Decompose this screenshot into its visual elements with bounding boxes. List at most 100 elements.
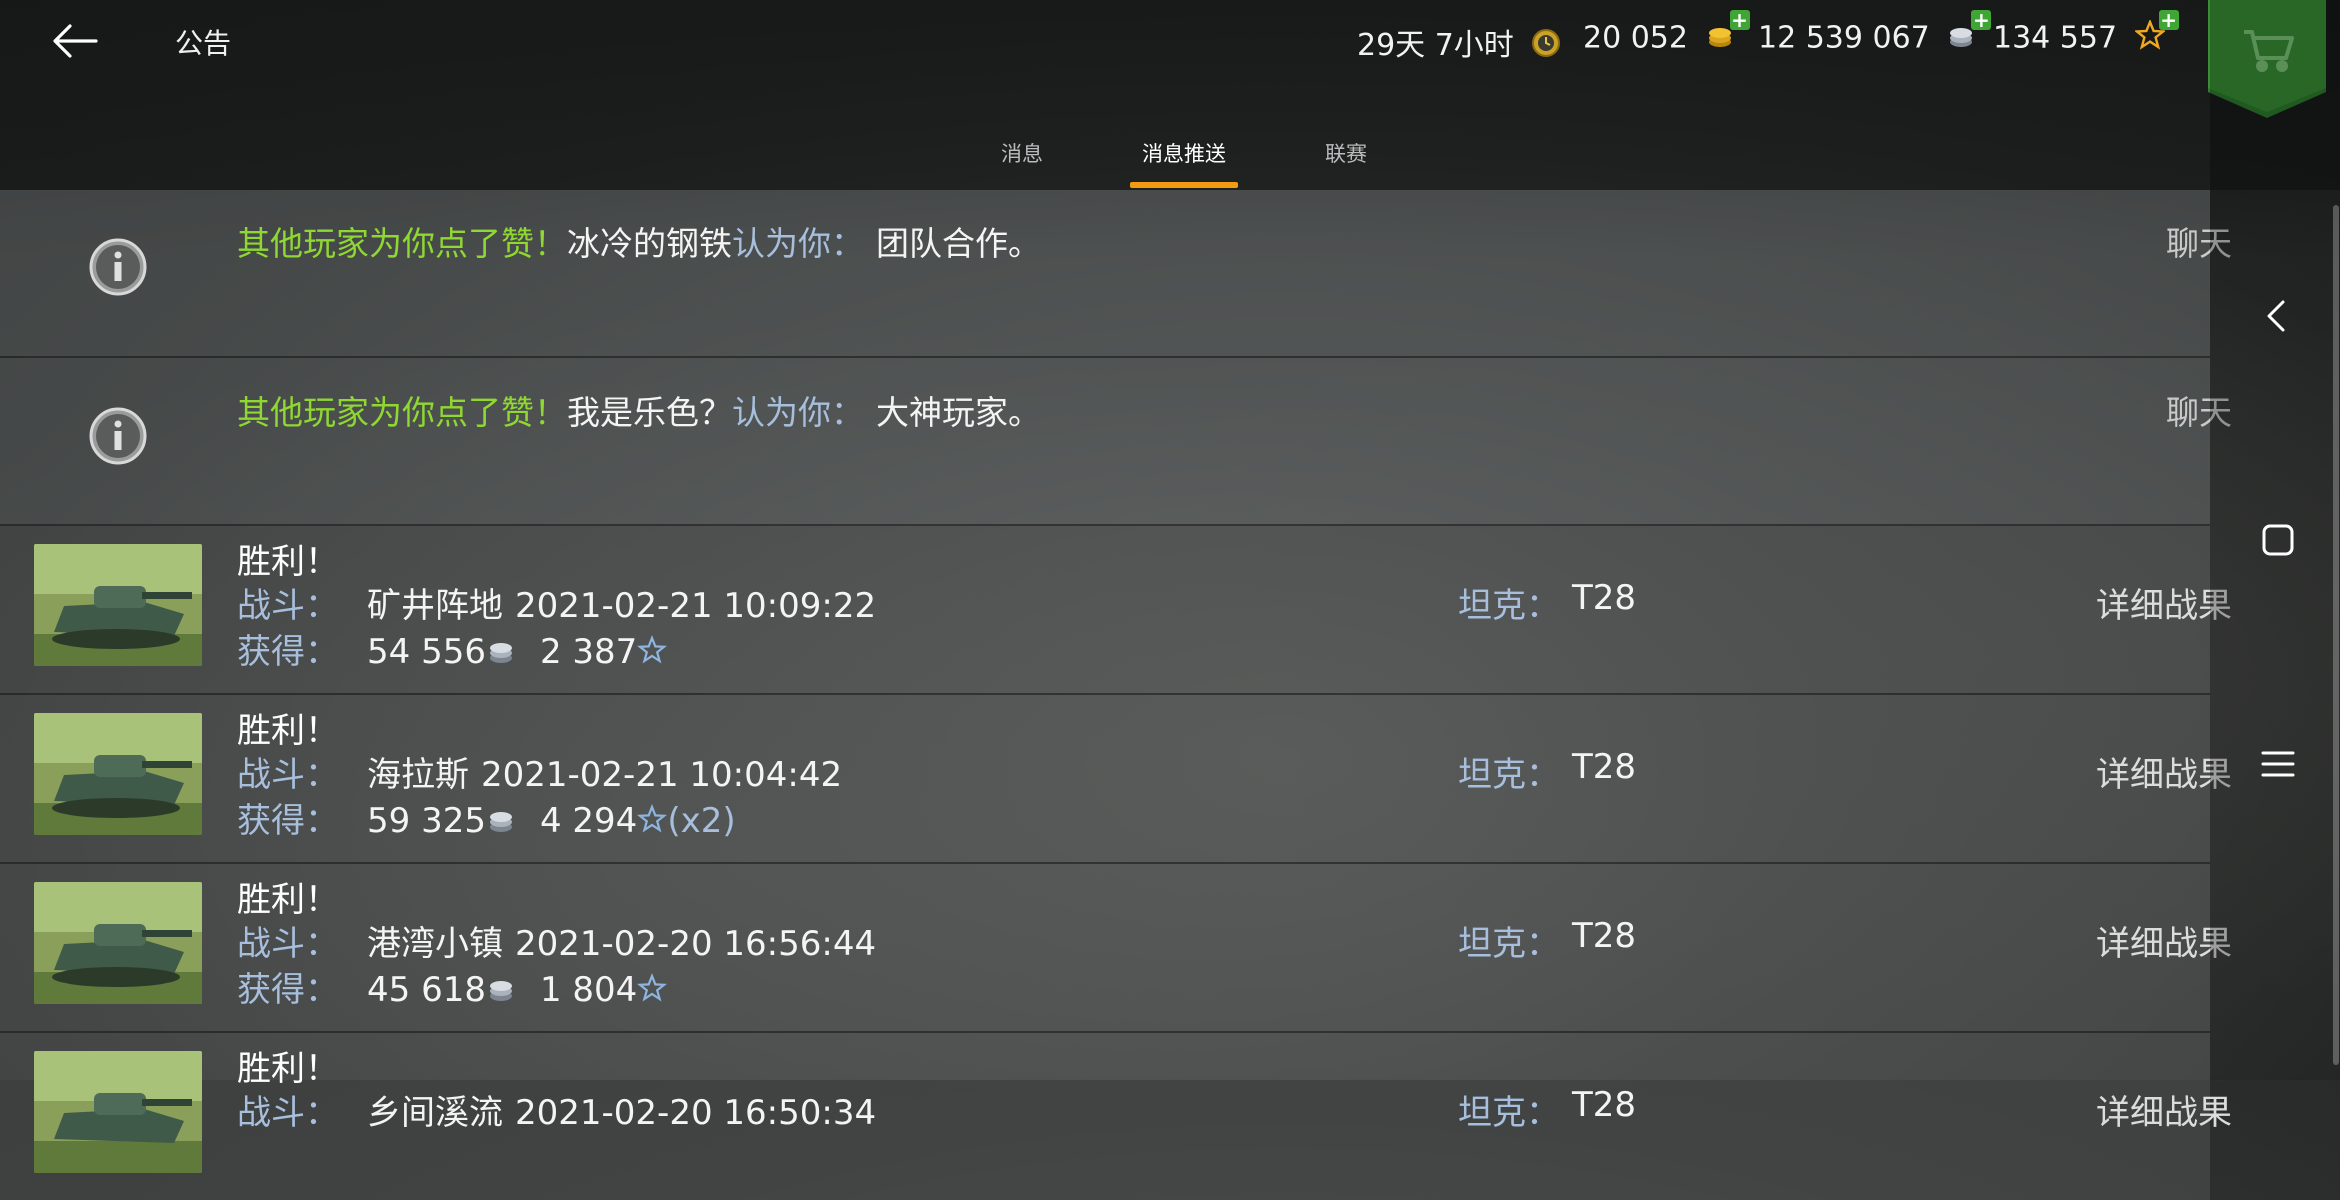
- info-icon: [89, 238, 147, 296]
- battle-datetime: 2021-02-21 10:04:42: [481, 755, 843, 795]
- tab-bar: 消息 消息推送 联赛: [0, 130, 2210, 190]
- earned-xp: 2 387: [539, 632, 638, 672]
- tank-name: T28: [1572, 747, 1637, 787]
- battle-row[interactable]: 胜利！ 战斗： 矿井阵地 2021-02-21 10:09:22 获得： 54 556…: [0, 526, 2232, 695]
- nav-menu-icon: [2261, 751, 2295, 777]
- active-tab-indicator: [1130, 182, 1238, 188]
- thinks-you-label: 认为你：: [732, 393, 864, 432]
- back-arrow-icon: [53, 24, 98, 58]
- nav-home-button[interactable]: [2256, 518, 2300, 562]
- gold-balance[interactable]: 20 052 +: [1583, 10, 1750, 58]
- tank-label: 坦克：: [1458, 924, 1560, 964]
- credits-balance[interactable]: 12 539 067 +: [1758, 10, 1992, 58]
- back-button[interactable]: [50, 20, 100, 62]
- tab-push-messages[interactable]: 消息推送: [1130, 138, 1238, 168]
- premium-time-text: 29天 7小时: [1357, 28, 1514, 63]
- thinks-you-label: 认为你：: [732, 224, 864, 263]
- earn-label: 获得：: [237, 970, 339, 1010]
- tank-thumbnail: [34, 544, 202, 666]
- player-name: 我是乐色？: [567, 393, 732, 432]
- tab-league[interactable]: 联赛: [1318, 138, 1374, 168]
- battle-info: 战斗： 港湾小镇 2021-02-20 16:56:44: [237, 916, 876, 965]
- map-name: 乡间溪流: [367, 1093, 503, 1133]
- quality-text: 团队合作。: [876, 224, 1041, 263]
- tank-thumbnail: [34, 882, 202, 1004]
- like-prefix: 其他玩家为你点了赞！: [237, 393, 567, 432]
- add-credits-icon[interactable]: +: [1971, 10, 1992, 30]
- battle-result: 胜利！: [237, 711, 339, 751]
- battle-row[interactable]: 胜利！ 战斗： 海拉斯 2021-02-21 10:04:42 获得： 59 325 4…: [0, 695, 2232, 864]
- battle-result: 胜利！: [237, 542, 339, 582]
- star-icon: [637, 803, 668, 843]
- tank-thumbnail: [34, 713, 202, 835]
- earned-xp: 1 804: [539, 970, 638, 1010]
- free-xp-balance[interactable]: 134 557 +: [1993, 10, 2179, 58]
- battle-datetime: 2021-02-20 16:56:44: [515, 924, 877, 964]
- xp-multiplier: (x2): [667, 801, 736, 841]
- player-name: 冰冷的钢铁: [567, 224, 732, 263]
- battle-row[interactable]: 胜利！ 战斗： 乡间溪流 2021-02-20 16:50:34 坦克： T28 详…: [0, 1033, 2232, 1200]
- tank-label: 坦克：: [1458, 755, 1560, 795]
- map-name: 港湾小镇: [367, 924, 503, 964]
- credits-amount: 12 539 067: [1758, 20, 1930, 56]
- battle-earnings: 获得： 59 325 4 294 (x2): [237, 793, 736, 843]
- map-name: 矿井阵地: [367, 586, 503, 626]
- earn-label: 获得：: [237, 632, 339, 672]
- tank-name: T28: [1572, 578, 1637, 618]
- nav-back-icon: [2267, 300, 2285, 332]
- battle-earnings: 获得： 45 618 1 804: [237, 962, 668, 1012]
- tank-label: 坦克：: [1458, 586, 1560, 626]
- earned-credits: 59 325: [367, 801, 486, 841]
- battle-datetime: 2021-02-20 16:50:34: [515, 1093, 877, 1133]
- battle-datetime: 2021-02-21 10:09:22: [515, 586, 877, 626]
- battle-result: 胜利！: [237, 1049, 339, 1089]
- battle-label: 战斗：: [237, 924, 339, 964]
- battle-details-button[interactable]: 详细战果: [2096, 1085, 2232, 1134]
- tank-thumbnail: [34, 1051, 202, 1173]
- star-icon: +: [2133, 10, 2179, 58]
- star-icon: [637, 634, 668, 674]
- silver-coins-icon: [486, 634, 516, 674]
- add-gold-icon[interactable]: +: [1729, 10, 1750, 30]
- silver-coins-icon: [486, 972, 516, 1012]
- battle-label: 战斗：: [237, 586, 339, 626]
- add-free-xp-icon[interactable]: +: [2158, 10, 2179, 30]
- battle-info: 战斗： 海拉斯 2021-02-21 10:04:42: [237, 747, 842, 796]
- earn-label: 获得：: [237, 801, 339, 841]
- tab-messages[interactable]: 消息: [994, 138, 1050, 168]
- notification-row[interactable]: 其他玩家为你点了赞！冰冷的钢铁认为你： 团队合作。 聊天: [0, 190, 2232, 358]
- nav-back-button[interactable]: [2256, 294, 2300, 338]
- gold-coins-icon: +: [1706, 10, 1750, 58]
- tank-name: T28: [1572, 916, 1637, 956]
- quality-text: 大神玩家。: [876, 393, 1041, 432]
- star-icon: [637, 972, 668, 1012]
- battle-result: 胜利！: [237, 880, 339, 920]
- battle-row[interactable]: 胜利！ 战斗： 港湾小镇 2021-02-20 16:56:44 获得： 45 618…: [0, 864, 2232, 1033]
- earned-credits: 45 618: [367, 970, 486, 1010]
- earned-xp: 4 294: [539, 801, 638, 841]
- like-prefix: 其他玩家为你点了赞！: [237, 224, 567, 263]
- premium-clock-icon: [1531, 28, 1561, 66]
- silver-coins-icon: [486, 803, 516, 843]
- map-name: 海拉斯: [367, 755, 469, 795]
- message-list[interactable]: 其他玩家为你点了赞！冰冷的钢铁认为你： 团队合作。 聊天 其他玩家为你点了赞！我是…: [0, 190, 2232, 1200]
- notification-text: 其他玩家为你点了赞！冰冷的钢铁认为你： 团队合作。: [237, 217, 1041, 265]
- battle-info: 战斗： 矿井阵地 2021-02-21 10:09:22: [237, 578, 876, 627]
- scrollbar[interactable]: [2333, 205, 2339, 1065]
- notification-row[interactable]: 其他玩家为你点了赞！我是乐色？认为你： 大神玩家。 聊天: [0, 358, 2232, 526]
- notification-text: 其他玩家为你点了赞！我是乐色？认为你： 大神玩家。: [237, 386, 1041, 434]
- info-icon: [89, 407, 147, 465]
- battle-info: 战斗： 乡间溪流 2021-02-20 16:50:34: [237, 1085, 876, 1134]
- gold-amount: 20 052: [1583, 20, 1688, 56]
- silver-coins-icon: +: [1947, 10, 1992, 58]
- premium-timer[interactable]: 29天 7小时: [1357, 20, 1561, 66]
- battle-label: 战斗：: [237, 755, 339, 795]
- earned-credits: 54 556: [367, 632, 486, 672]
- free-xp-amount: 134 557: [1993, 20, 2118, 56]
- tank-name: T28: [1572, 1085, 1637, 1125]
- tank-label: 坦克：: [1458, 1093, 1560, 1133]
- nav-menu-button[interactable]: [2256, 742, 2300, 786]
- battle-earnings: 获得： 54 556 2 387: [237, 624, 668, 674]
- page-title: 公告: [175, 27, 232, 60]
- battle-label: 战斗：: [237, 1093, 339, 1133]
